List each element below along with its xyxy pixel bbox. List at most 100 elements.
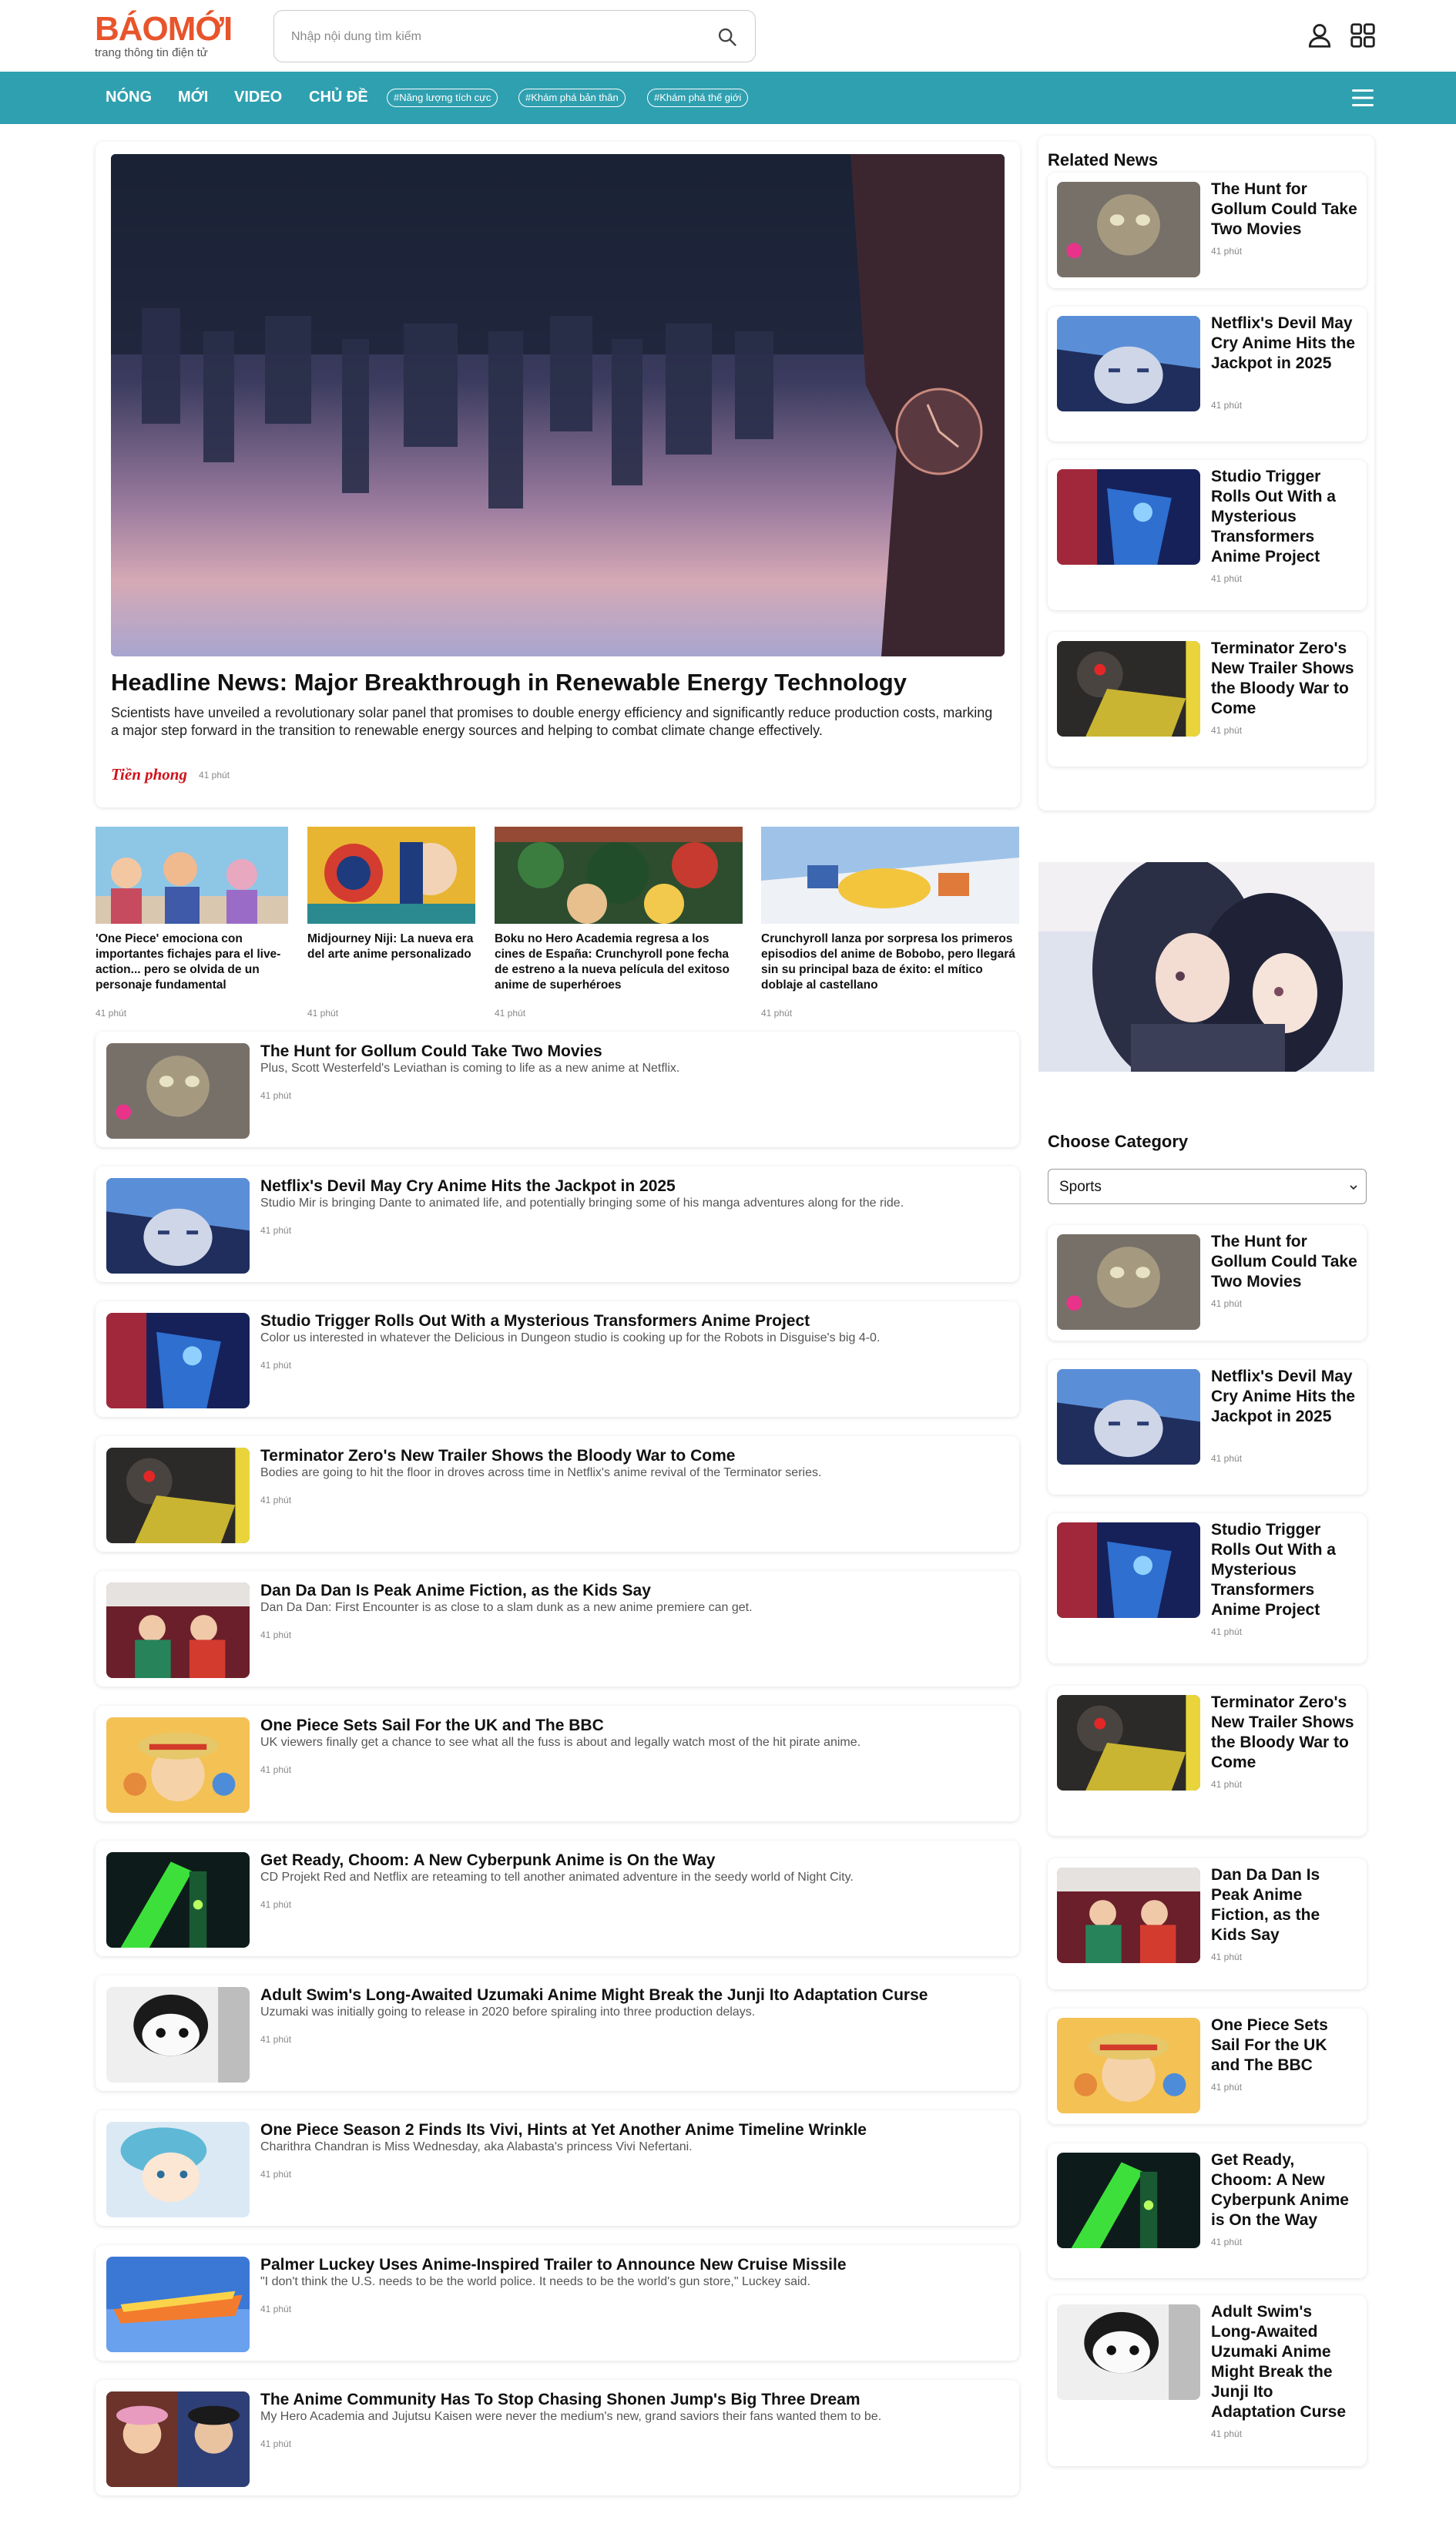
related-item-time: 41 phút	[1211, 246, 1243, 257]
mini-article-title[interactable]: Boku no Hero Academia regresa a los cine…	[495, 931, 743, 993]
related-news-heading: Related News	[1048, 150, 1159, 169]
list-article-title[interactable]: Adult Swim's Long-Awaited Uzumaki Anime …	[260, 1986, 928, 2005]
list-article-title[interactable]: Terminator Zero's New Trailer Shows the …	[260, 1447, 735, 1465]
hero-title[interactable]: Headline News: Major Breakthrough in Ren…	[111, 669, 1005, 696]
hero-image[interactable]	[111, 154, 1005, 656]
related-item-time: 41 phút	[1211, 573, 1243, 584]
hero-source-logo[interactable]: Tiền phong	[111, 765, 187, 784]
mini-article-1[interactable]: 'One Piece' emociona con importantes fic…	[96, 827, 288, 1019]
category-item-thumbnail[interactable]	[1057, 1369, 1200, 1465]
user-icon[interactable]	[1305, 21, 1334, 50]
list-article-thumbnail[interactable]	[106, 2257, 250, 2352]
list-article-time: 41 phút	[260, 1630, 292, 1640]
category-item-title[interactable]: Dan Da Dan Is Peak Anime Fiction, as the…	[1211, 1865, 1357, 1945]
category-select[interactable]: Sports	[1048, 1169, 1367, 1204]
category-item-time: 41 phút	[1211, 2428, 1243, 2439]
mini-article-time: 41 phút	[495, 1008, 526, 1019]
category-item-time: 41 phút	[1211, 2237, 1243, 2247]
category-item-thumbnail[interactable]	[1057, 2304, 1200, 2400]
list-article-thumbnail[interactable]	[106, 1178, 250, 1274]
mini-article-time: 41 phút	[96, 1008, 127, 1019]
nav-tag-world-discovery[interactable]: #Khám phá thế giới	[647, 89, 749, 107]
category-item-thumbnail[interactable]	[1057, 2153, 1200, 2248]
list-article-thumbnail[interactable]	[106, 1717, 250, 1813]
category-item-thumbnail[interactable]	[1057, 1234, 1200, 1330]
list-article-time: 41 phút	[260, 1225, 292, 1236]
nav-tag-self-discovery[interactable]: #Khám phá bản thân	[518, 89, 626, 107]
hamburger-menu-icon[interactable]	[1350, 87, 1375, 109]
category-item-title[interactable]: Adult Swim's Long-Awaited Uzumaki Anime …	[1211, 2302, 1357, 2422]
page: BÁOMỚI trang thông tin điện tử NÓNG MỚI …	[0, 0, 1456, 2524]
mini-article-2[interactable]: Midjourney Niji: La nueva era del arte a…	[307, 827, 475, 1019]
list-article-thumbnail[interactable]	[106, 1448, 250, 1543]
list-article-thumbnail[interactable]	[106, 2122, 250, 2217]
category-item-thumbnail[interactable]	[1057, 1522, 1200, 1618]
category-item-thumbnail[interactable]	[1057, 1695, 1200, 1791]
category-item-thumbnail[interactable]	[1057, 1868, 1200, 1963]
list-article-thumbnail[interactable]	[106, 1852, 250, 1948]
mini-article-title[interactable]: Crunchyroll lanza por sorpresa los prime…	[761, 931, 1019, 993]
mini-article-3[interactable]: Boku no Hero Academia regresa a los cine…	[495, 827, 743, 1019]
apps-grid-icon[interactable]	[1348, 21, 1377, 50]
mini-article-image[interactable]	[96, 827, 288, 924]
list-article-title[interactable]: Get Ready, Choom: A New Cyberpunk Anime …	[260, 1851, 715, 1870]
mini-article-time: 41 phút	[307, 1008, 339, 1019]
category-item-title[interactable]: Netflix's Devil May Cry Anime Hits the J…	[1211, 1367, 1357, 1427]
nav-item-hot[interactable]: NÓNG	[106, 89, 152, 106]
nav-tag-positive-energy[interactable]: #Năng lượng tích cực	[387, 89, 498, 107]
mini-article-4[interactable]: Crunchyroll lanza por sorpresa los prime…	[761, 827, 1019, 1019]
list-article-thumbnail[interactable]	[106, 1313, 250, 1408]
related-item-thumbnail[interactable]	[1057, 469, 1200, 565]
related-item-thumbnail[interactable]	[1057, 641, 1200, 737]
related-item-thumbnail[interactable]	[1057, 182, 1200, 277]
nav-item-topics[interactable]: CHỦ ĐỀ	[309, 89, 368, 106]
list-article-description: Uzumaki was initially going to release i…	[260, 2005, 756, 2019]
category-item-title[interactable]: One Piece Sets Sail For the UK and The B…	[1211, 2016, 1357, 2076]
list-article-thumbnail[interactable]	[106, 2391, 250, 2487]
related-item-thumbnail[interactable]	[1057, 316, 1200, 411]
category-item-thumbnail[interactable]	[1057, 2018, 1200, 2113]
list-article-thumbnail[interactable]	[106, 1043, 250, 1139]
list-article-description: Dan Da Dan: First Encounter is as close …	[260, 1601, 753, 1614]
related-item-time: 41 phút	[1211, 725, 1243, 736]
category-item-title[interactable]: The Hunt for Gollum Could Take Two Movie…	[1211, 1232, 1357, 1292]
list-article-description: UK viewers finally get a chance to see w…	[260, 1736, 861, 1749]
sidebar-ad-banner[interactable]	[1038, 862, 1374, 1072]
mini-article-image[interactable]	[495, 827, 743, 924]
mini-article-title[interactable]: Midjourney Niji: La nueva era del arte a…	[307, 931, 475, 962]
category-item-time: 41 phút	[1211, 1626, 1243, 1637]
list-article-title[interactable]: One Piece Season 2 Finds Its Vivi, Hints…	[260, 2121, 867, 2140]
site-logo[interactable]: BÁOMỚI trang thông tin điện tử	[95, 11, 233, 60]
related-item-title[interactable]: Netflix's Devil May Cry Anime Hits the J…	[1211, 314, 1357, 374]
category-item-time: 41 phút	[1211, 1779, 1243, 1790]
nav-item-video[interactable]: VIDEO	[234, 89, 282, 106]
nav-item-new[interactable]: MỚI	[178, 89, 208, 106]
list-article-thumbnail[interactable]	[106, 1987, 250, 2083]
search-icon[interactable]	[716, 26, 738, 48]
search-input[interactable]	[291, 28, 692, 46]
list-article-thumbnail[interactable]	[106, 1583, 250, 1678]
mini-article-image[interactable]	[307, 827, 475, 924]
related-item-title[interactable]: Terminator Zero's New Trailer Shows the …	[1211, 639, 1357, 719]
mini-article-image[interactable]	[761, 827, 1019, 924]
mini-article-time: 41 phút	[761, 1008, 793, 1019]
related-item-title[interactable]: Studio Trigger Rolls Out With a Mysterio…	[1211, 467, 1357, 567]
category-item-title[interactable]: Studio Trigger Rolls Out With a Mysterio…	[1211, 1520, 1357, 1620]
category-item-title[interactable]: Terminator Zero's New Trailer Shows the …	[1211, 1693, 1357, 1773]
category-select-value: Sports	[1059, 1179, 1102, 1195]
category-item-time: 41 phút	[1211, 1298, 1243, 1309]
list-article-time: 41 phút	[260, 1495, 292, 1505]
related-item-title[interactable]: The Hunt for Gollum Could Take Two Movie…	[1211, 180, 1357, 240]
category-item-title[interactable]: Get Ready, Choom: A New Cyberpunk Anime …	[1211, 2150, 1357, 2230]
list-article-title[interactable]: The Hunt for Gollum Could Take Two Movie…	[260, 1042, 602, 1061]
list-article-title[interactable]: Palmer Luckey Uses Anime-Inspired Traile…	[260, 2256, 847, 2274]
list-article-title[interactable]: Netflix's Devil May Cry Anime Hits the J…	[260, 1177, 676, 1196]
main-nav: NÓNG MỚI VIDEO CHỦ ĐỀ #Năng lượng tích c…	[0, 72, 1456, 124]
list-article-time: 41 phút	[260, 2169, 292, 2180]
list-article-title[interactable]: Studio Trigger Rolls Out With a Mysterio…	[260, 1312, 810, 1331]
mini-article-title[interactable]: 'One Piece' emociona con importantes fic…	[96, 931, 288, 993]
list-article-title[interactable]: The Anime Community Has To Stop Chasing …	[260, 2391, 861, 2409]
list-article-title[interactable]: One Piece Sets Sail For the UK and The B…	[260, 1717, 604, 1735]
list-article-title[interactable]: Dan Da Dan Is Peak Anime Fiction, as the…	[260, 1582, 651, 1600]
list-article-time: 41 phút	[260, 2438, 292, 2449]
